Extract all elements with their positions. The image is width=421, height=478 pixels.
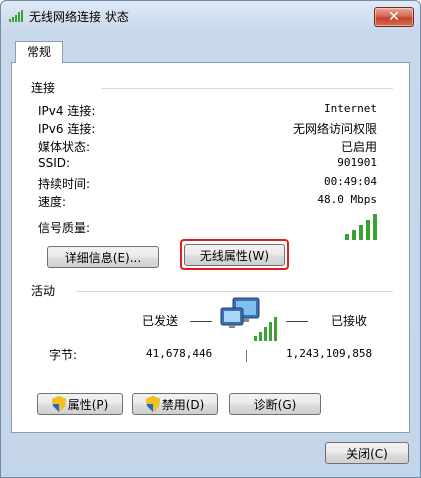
signal-row: 信号质量: <box>38 219 377 236</box>
duration-value: 00:49:04 <box>324 175 377 188</box>
media-state-row: 媒体状态: 已启用 <box>38 138 377 155</box>
ipv6-value: 无网络访问权限 <box>292 122 377 136</box>
sent-dash <box>190 321 212 322</box>
activity-divider <box>76 291 393 292</box>
activity-section-title: 活动 <box>31 284 56 298</box>
disable-button-label: 禁用(D) <box>161 397 205 412</box>
window-close-button[interactable]: ✕ <box>374 7 414 27</box>
tab-general[interactable]: 常规 <box>15 41 63 63</box>
disable-button[interactable]: 禁用(D) <box>132 393 218 415</box>
ipv4-row: IPv4 连接: Internet <box>38 102 377 119</box>
sent-label: 已发送 <box>142 314 179 328</box>
connection-divider <box>101 88 393 89</box>
bytes-sent-value: 41,678,446 <box>146 347 213 360</box>
properties-button[interactable]: 属性(P) <box>37 393 123 415</box>
highlight-box <box>180 239 289 270</box>
duration-row: 持续时间: 00:49:04 <box>38 175 377 192</box>
details-button[interactable]: 详细信息(E)... <box>47 246 159 268</box>
received-dash <box>286 321 308 322</box>
wireless-signal-icon <box>9 10 23 22</box>
ipv4-label: IPv4 连接: <box>38 104 96 118</box>
speed-row: 速度: 48.0 Mbps <box>38 193 377 210</box>
media-state-value: 已启用 <box>340 140 377 154</box>
connection-section-title: 连接 <box>31 81 56 95</box>
ssid-row: SSID: 901901 <box>38 156 377 173</box>
media-state-label: 媒体状态: <box>38 140 91 154</box>
signal-label: 信号质量: <box>38 221 91 235</box>
close-button[interactable]: 关闭(C) <box>325 442 409 464</box>
title-bar[interactable]: 无线网络连接 状态 ✕ <box>1 1 420 31</box>
received-label: 已接收 <box>331 314 368 328</box>
ipv4-value: Internet <box>324 102 377 115</box>
bytes-separator <box>246 350 247 362</box>
close-icon: ✕ <box>388 9 400 25</box>
network-computers-icon <box>220 297 277 341</box>
status-dialog: 无线网络连接 状态 ✕ 常规 连接 IPv4 连接: Internet IPv6… <box>0 0 421 478</box>
speed-value: 48.0 Mbps <box>317 193 377 206</box>
duration-label: 持续时间: <box>38 177 91 191</box>
diagnose-button[interactable]: 诊断(G) <box>229 393 321 415</box>
bytes-label: 字节: <box>49 348 78 362</box>
ssid-value: 901901 <box>337 156 377 169</box>
speed-label: 速度: <box>38 195 67 209</box>
ipv6-label: IPv6 连接: <box>38 122 96 136</box>
uac-shield-icon <box>51 396 66 412</box>
window-title: 无线网络连接 状态 <box>29 10 129 24</box>
properties-button-label: 属性(P) <box>67 397 109 412</box>
ipv6-row: IPv6 连接: 无网络访问权限 <box>38 120 377 137</box>
signal-strength-icon <box>345 214 377 240</box>
ssid-label: SSID: <box>38 156 71 170</box>
uac-shield-icon <box>145 396 160 412</box>
bytes-received-value: 1,243,109,858 <box>286 347 373 360</box>
